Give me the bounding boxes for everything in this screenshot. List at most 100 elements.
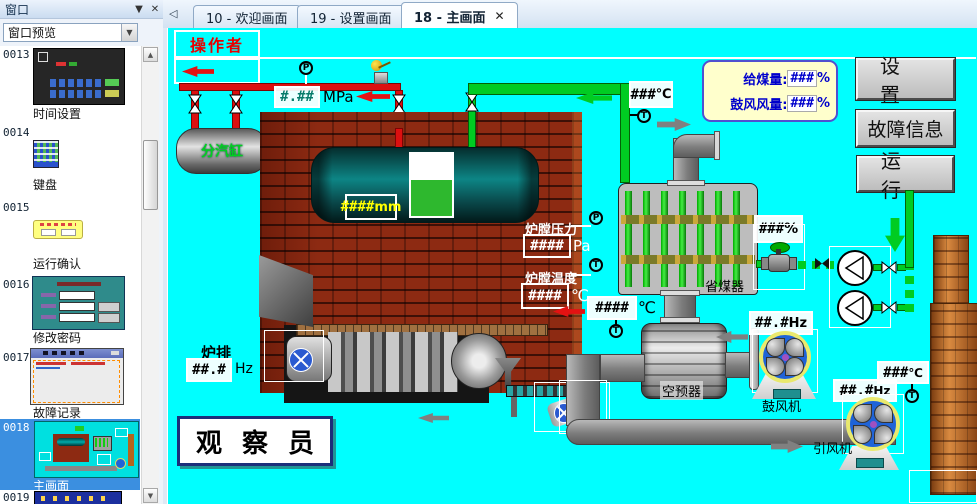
economizer-coils — [625, 191, 751, 287]
pressure-sensor-icon: P — [589, 211, 603, 225]
list-item-0017[interactable]: 0017 故障记录 — [0, 348, 141, 418]
window-panel-titlebar: 窗口 ▼ ✕ — [0, 0, 163, 19]
chimney — [930, 303, 977, 495]
valve-icon — [881, 301, 897, 314]
valve-icon — [392, 94, 406, 114]
thumbnail-main-screen — [34, 421, 139, 478]
settings-button[interactable]: 设置 — [856, 58, 955, 100]
pump-icon — [837, 250, 873, 286]
feedwater-pipe-vertical — [905, 190, 914, 268]
list-item-0014[interactable]: 0014 键盘 — [0, 126, 141, 192]
conveyor-leg — [511, 397, 517, 417]
pipe-cap — [714, 131, 720, 160]
preheater-left-pipe — [600, 354, 645, 382]
grate-slats — [328, 332, 458, 392]
chimney-upper — [933, 235, 969, 305]
economizer-elbow — [673, 134, 715, 158]
economizer: 省煤器 — [618, 183, 758, 295]
temp-sensor-icon: T — [905, 389, 919, 403]
induced-fan-icon — [846, 397, 900, 451]
drum-level-gauge — [409, 152, 454, 218]
steam-pressure-unit: MPa — [323, 88, 354, 106]
pressure-gauge-icon: P — [299, 61, 313, 75]
coil-header — [621, 255, 755, 264]
coal-feed-label: 给煤量: — [743, 69, 787, 88]
tab-close-icon[interactable]: ✕ — [495, 9, 505, 23]
feedwater-pipe-dashed-v — [905, 268, 914, 312]
selection-box — [909, 470, 977, 503]
temp-sensor-icon: T — [609, 324, 623, 338]
list-item-0016[interactable]: 0016 修改密码 — [0, 276, 141, 344]
fault-info-button[interactable]: 故障信息 — [856, 110, 955, 147]
blast-volume-label: 鼓风风量: — [730, 94, 787, 113]
grate-freq-unit: Hz — [235, 361, 253, 377]
flow-arrow-left-icon — [418, 413, 449, 423]
thumbnail-fault-record — [30, 348, 124, 405]
coal-feed-unit: % — [817, 71, 830, 86]
hmi-canvas: 操作者 P #.## MPa 分汽缸 — [167, 28, 977, 504]
run-button[interactable]: 运行 — [857, 156, 954, 192]
temp-sensor-icon: T — [589, 258, 603, 272]
panel-collapse-icon[interactable]: ▼ — [131, 4, 147, 15]
blast-volume-unit: % — [817, 96, 830, 111]
flange — [667, 180, 705, 186]
control-valve-body — [768, 254, 790, 272]
connector-line — [571, 225, 591, 227]
window-preview-dropdown[interactable]: 窗口预览 ▼ — [3, 23, 138, 42]
tab-main-screen[interactable]: 18 - 主画面 ✕ — [401, 2, 518, 29]
selection-box — [264, 330, 324, 382]
steam-line-green — [468, 83, 630, 95]
blower-label: 鼓风机 — [762, 396, 801, 415]
connector-line — [571, 274, 591, 276]
operator-flow-cell — [174, 58, 260, 84]
valve-flange — [789, 257, 797, 270]
tab-bar: ◁ 10 - 欢迎画面 19 - 设置画面 18 - 主画面 ✕ — [163, 0, 977, 29]
blast-volume-value: ### — [787, 95, 816, 112]
stand-base — [856, 458, 884, 468]
thumbnail-partial — [34, 491, 122, 504]
list-item-0013[interactable]: 0013 时间设置 — [0, 48, 141, 120]
drum-level-value: ####mm — [345, 194, 397, 220]
economizer-label: 省煤器 — [705, 276, 744, 295]
valve-icon — [188, 94, 202, 114]
flow-arrow-left-icon — [356, 91, 390, 102]
window-list: 0013 时间设置 0014 键盘 0015 — [0, 46, 141, 504]
list-item-0019[interactable]: 0019 — [0, 491, 141, 504]
chevron-down-icon[interactable]: ▼ — [121, 24, 137, 41]
thumbnail-run-confirm — [33, 220, 83, 239]
air-preheater-label: 空预器 — [660, 381, 703, 400]
scroll-down-icon[interactable]: ▼ — [143, 488, 158, 503]
panel-scrollbar[interactable]: ▲ ▼ — [141, 46, 159, 504]
thumbnail-time-settings — [33, 48, 125, 105]
list-item-0018-selected[interactable]: 0018 主画面 — [0, 419, 140, 490]
preheater-right-pipe — [725, 352, 751, 378]
window-preview-dropdown-value: 窗口预览 — [8, 24, 56, 41]
tab-scroll-left-icon[interactable]: ◁ — [169, 7, 177, 20]
coal-feed-value: ### — [787, 70, 816, 87]
scrollbar-thumb[interactable] — [143, 140, 158, 210]
flow-arrow-right-icon — [657, 118, 691, 131]
valve-icon — [814, 257, 830, 270]
window-panel-title: 窗口 — [5, 1, 29, 18]
thumbnail-keyboard — [33, 140, 59, 168]
furnace-temp-value: #### — [521, 283, 569, 309]
tab-settings-screen[interactable]: 19 - 设置画面 — [297, 5, 405, 29]
furnace-pressure-value: #### — [523, 234, 571, 258]
furnace-pressure-unit: Pa — [573, 237, 591, 255]
blower-fan-icon — [759, 331, 811, 383]
steam-outlet-temp-value: ###℃ — [629, 81, 673, 108]
flow-arrow-left-icon — [182, 66, 214, 77]
steam-pressure-value: #.## — [274, 86, 320, 108]
scroll-up-icon[interactable]: ▲ — [143, 47, 158, 62]
thumbnail-change-password — [32, 276, 125, 330]
tab-welcome-screen[interactable]: 10 - 欢迎画面 — [193, 5, 301, 29]
valve-icon — [229, 94, 243, 114]
panel-close-icon[interactable]: ✕ — [147, 4, 163, 15]
valve-icon — [465, 92, 479, 112]
list-item-0015[interactable]: 0015 运行确认 — [0, 201, 141, 269]
induced-fan-label: 引风机 — [813, 438, 852, 457]
valve-flange — [761, 257, 769, 270]
flange — [660, 290, 700, 296]
valve-icon — [881, 261, 897, 274]
coil-header — [621, 215, 755, 224]
